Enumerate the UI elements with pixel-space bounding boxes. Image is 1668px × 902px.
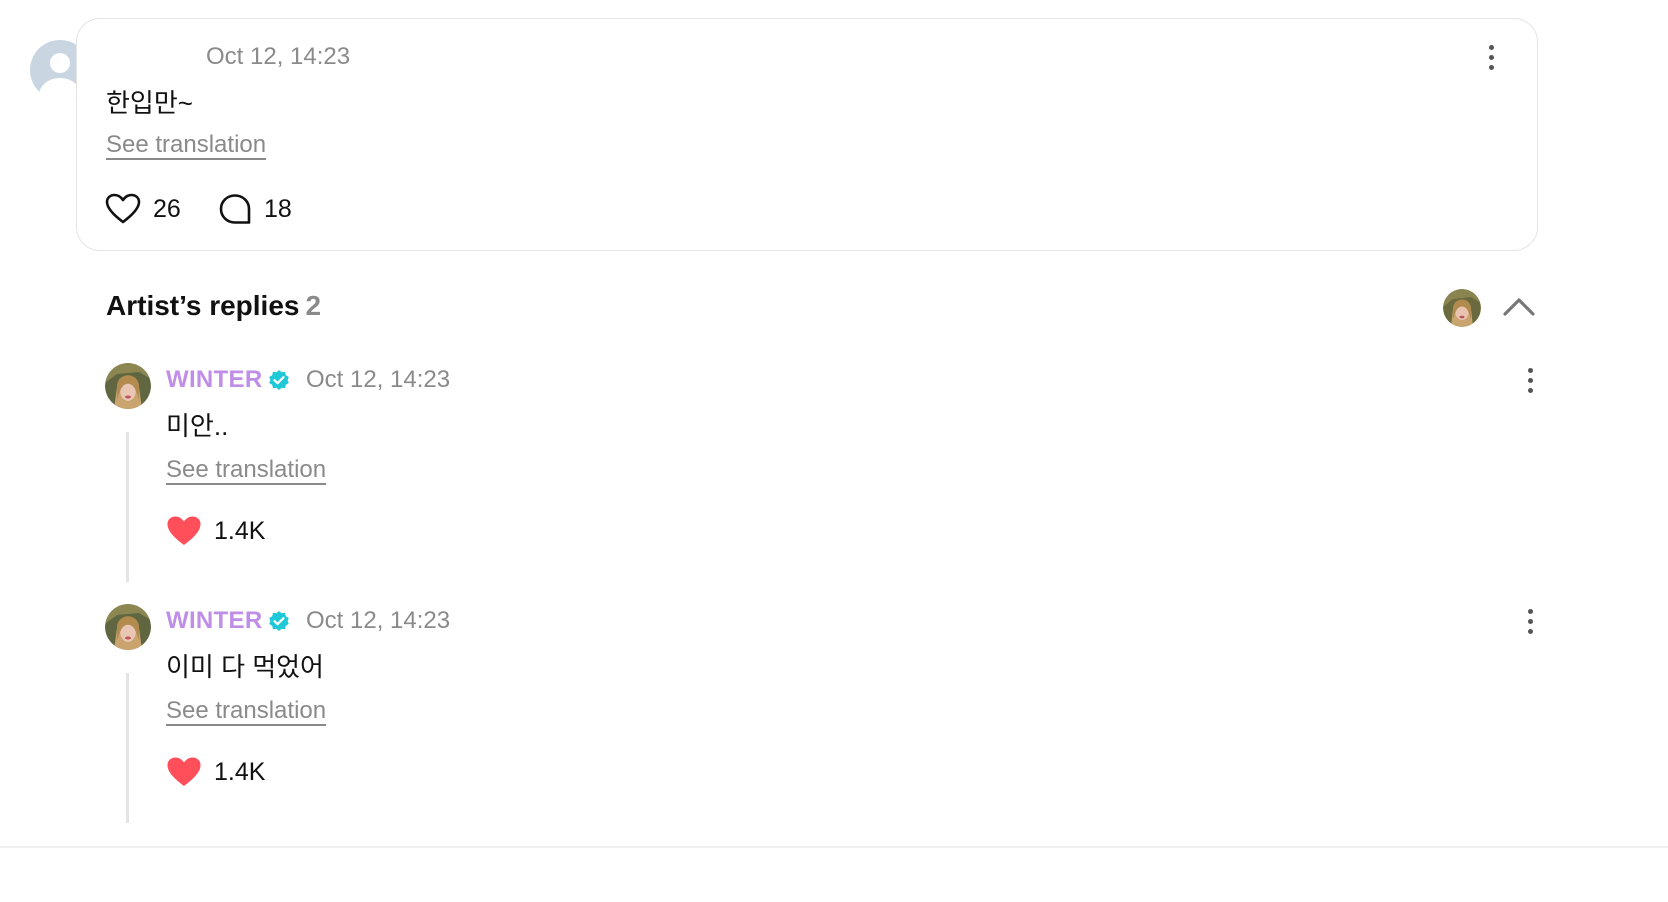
- reply-timestamp: Oct 12, 14:23: [306, 607, 451, 634]
- more-vertical-icon: [1520, 607, 1540, 634]
- avatar-body-shape: [39, 78, 81, 100]
- see-translation-link[interactable]: See translation: [166, 456, 326, 484]
- collapse-chevron-up-icon[interactable]: [1500, 292, 1538, 322]
- artist-name[interactable]: WINTER: [166, 607, 262, 635]
- see-translation-link[interactable]: See translation: [106, 131, 266, 159]
- artist-replies-title: Artist’s replies 2: [106, 290, 321, 322]
- more-options-button[interactable]: [1520, 607, 1540, 635]
- thread-line: [126, 432, 129, 582]
- more-options-button[interactable]: [1520, 366, 1540, 394]
- heart-filled-icon: [167, 757, 201, 786]
- verified-badge-icon: [269, 370, 289, 390]
- like-count: 1.4K: [214, 516, 266, 545]
- more-vertical-icon: [1520, 366, 1540, 393]
- artist-avatar[interactable]: [1443, 289, 1481, 327]
- verified-badge-icon: [269, 611, 289, 631]
- reply-count: 18: [264, 194, 292, 223]
- comment-timestamp: Oct 12, 14:23: [206, 43, 351, 70]
- thread-line: [126, 673, 129, 823]
- reply-timestamp: Oct 12, 14:23: [306, 366, 451, 393]
- artist-replies-label: Artist’s replies: [106, 290, 300, 321]
- artist-name[interactable]: WINTER: [166, 366, 262, 394]
- avatar-head-shape: [50, 53, 70, 73]
- speech-bubble-icon: [219, 194, 251, 224]
- more-options-button[interactable]: [1481, 43, 1501, 71]
- artist-replies-count: 2: [305, 290, 322, 321]
- divider: [0, 846, 1668, 848]
- artist-avatar[interactable]: [105, 604, 151, 650]
- like-count: 1.4K: [214, 757, 266, 786]
- reply-text: 미안..: [166, 411, 229, 441]
- more-vertical-icon: [1481, 43, 1501, 70]
- heart-filled-icon: [167, 516, 201, 545]
- heart-outline-icon: [105, 193, 141, 224]
- reply-text: 이미 다 먹었어: [166, 652, 324, 682]
- comment-card: Oct 12, 14:23 한입만~ See translation 26 18: [76, 18, 1538, 251]
- see-translation-link[interactable]: See translation: [166, 697, 326, 725]
- like-button[interactable]: 1.4K: [166, 756, 265, 788]
- comment-text: 한입만~: [106, 88, 193, 118]
- like-count: 26: [153, 194, 181, 223]
- reply-button[interactable]: 18: [218, 193, 292, 225]
- artist-avatar[interactable]: [105, 363, 151, 409]
- like-button[interactable]: 26: [105, 193, 181, 225]
- like-button[interactable]: 1.4K: [166, 515, 265, 547]
